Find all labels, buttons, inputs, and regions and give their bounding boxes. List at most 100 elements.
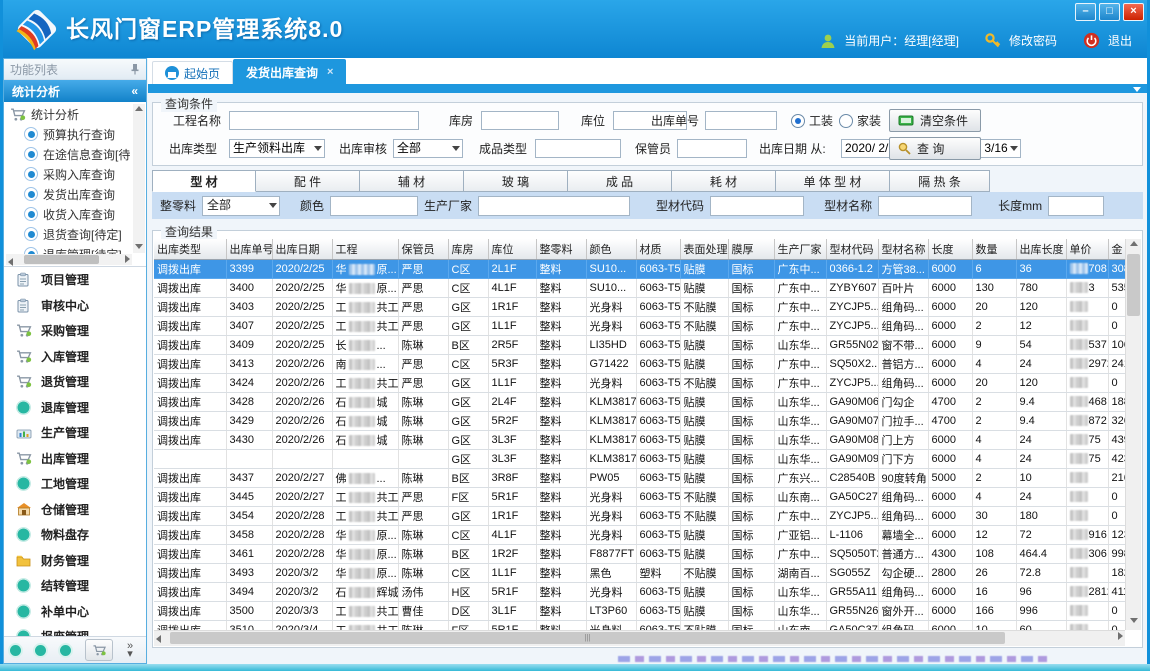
close-button[interactable]: × [1123,3,1144,21]
minimize-button[interactable]: – [1075,3,1096,21]
tree-item-收货入库查询[interactable]: 收货入库查询 [6,204,132,224]
sidebar-section-报废管理[interactable]: 报废管理 [4,624,146,636]
vertical-scroll-thumb[interactable] [1127,254,1140,316]
column-header-生产厂家[interactable]: 生产厂家 [774,239,826,260]
table-row[interactable]: 调拨出库34582020/2/28华原...陈琳C区4L1F整料光身料6063-… [154,526,1125,545]
tab-发货出库查询[interactable]: 发货出库查询× [233,59,346,84]
table-row[interactable]: 调拨出库35002020/3/3工共工程曹佳D区3L1F整料LT3P606063… [154,602,1125,621]
table-row[interactable]: 调拨出库34002020/2/25华原...严思C区4L1F整料SU10...6… [154,279,1125,298]
sidebar-section-退货管理[interactable]: 退货管理 [4,369,146,395]
column-header-出库长度[interactable]: 出库长度 [1016,239,1066,260]
collapse-icon[interactable]: « [131,84,138,98]
table-row[interactable]: G区3L3F整料KLM38176063-T5贴膜国标山东华...GA90M09.… [154,450,1125,469]
material-tab-成品[interactable]: 成 品 [568,170,672,192]
table-row[interactable]: 调拨出库34092020/2/25长...陈琳B区2R5F整料LI35HD606… [154,336,1125,355]
radio-jiazhuang[interactable]: 家装 [839,112,881,129]
column-header-库房[interactable]: 库房 [448,239,488,260]
column-header-型材名称[interactable]: 型材名称 [878,239,928,260]
column-header-数量[interactable]: 数量 [972,239,1016,260]
table-row[interactable]: 调拨出库34932020/3/2华原...陈琳C区1L1F整料黑色塑料不贴膜国标… [154,564,1125,583]
sidebar-section-财务管理[interactable]: 财务管理 [4,548,146,574]
stats-group-header[interactable]: 统计分析 « [4,80,146,102]
table-row[interactable]: 调拨出库34282020/2/26石城陈琳G区2L4F整料KLM38176063… [154,393,1125,412]
maker-input[interactable] [478,196,630,216]
footer-more-button[interactable]: »▾ [127,642,133,658]
column-header-金[interactable]: 金 [1108,239,1125,260]
material-tab-玻璃[interactable]: 玻 璃 [464,170,568,192]
color-input[interactable] [330,196,418,216]
out-type-combo[interactable]: 生产领料出库 [229,139,325,158]
material-tab-型材[interactable]: 型 材 [152,170,256,192]
column-header-整零料[interactable]: 整零料 [536,239,586,260]
sidebar-section-退库管理[interactable]: 退库管理 [4,395,146,421]
column-header-工程[interactable]: 工程 [332,239,398,260]
footer-dot-icon[interactable] [35,645,46,656]
clear-conditions-button[interactable]: 清空条件 [889,109,981,132]
tree-horizontal-scrollbar[interactable] [6,254,132,265]
table-row[interactable]: 调拨出库34242020/2/26工共工程严思G区1L1F整料光身料6063-T… [154,374,1125,393]
tab-overflow-arrow-icon[interactable] [1133,87,1141,96]
sidebar-section-物料盘存[interactable]: 物料盘存 [4,522,146,548]
table-row[interactable]: 调拨出库34072020/2/25工共工程严思G区1L1F整料光身料6063-T… [154,317,1125,336]
sidebar-section-工地管理[interactable]: 工地管理 [4,471,146,497]
table-row[interactable]: 调拨出库34452020/2/27工共工程严思F区5R1F整料光身料6063-T… [154,488,1125,507]
change-password-link[interactable]: 修改密码 [1009,32,1057,49]
table-row[interactable]: 调拨出库34302020/2/26石城陈琳G区3L3F整料KLM38176063… [154,431,1125,450]
whole-part-combo[interactable]: 全部 [202,196,280,216]
material-tab-隔热条[interactable]: 隔 热 条 [890,170,990,192]
tree-item-预算执行查询[interactable]: 预算执行查询 [6,124,132,144]
column-header-颜色[interactable]: 颜色 [586,239,636,260]
sidebar-section-生产管理[interactable]: 生产管理 [4,420,146,446]
material-tab-耗材[interactable]: 耗 材 [672,170,776,192]
tree-item-退库管理[待定][interactable]: 退库管理[待定] [6,244,132,254]
sidebar-section-项目管理[interactable]: 项目管理 [4,267,146,293]
profile-name-input[interactable] [878,196,972,216]
column-header-材质[interactable]: 材质 [636,239,680,260]
tree-item-采购入库查询[interactable]: 采购入库查询 [6,164,132,184]
product-type-input[interactable] [535,139,621,158]
material-tab-单体型材[interactable]: 单 体 型 材 [776,170,890,192]
table-row[interactable]: 调拨出库33992020/2/25华原...严思C区2L1F整料SU10...6… [154,260,1125,279]
column-header-库位[interactable]: 库位 [488,239,536,260]
vertical-scrollbar[interactable] [1125,239,1141,630]
column-header-出库单号[interactable]: 出库单号 [226,239,272,260]
material-tab-配件[interactable]: 配 件 [256,170,360,192]
table-row[interactable]: 调拨出库34372020/2/27佛...陈琳B区3R8F整料PW056063-… [154,469,1125,488]
sidebar-section-结转管理[interactable]: 结转管理 [4,573,146,599]
tree-item-发货出库查询[interactable]: 发货出库查询 [6,184,132,204]
table-row[interactable]: 调拨出库34542020/2/28工共工程严思G区1R1F整料光身料6063-T… [154,507,1125,526]
column-header-保管员[interactable]: 保管员 [398,239,448,260]
footer-dot-icon[interactable] [10,645,21,656]
keeper-input[interactable] [677,139,747,158]
sidebar-section-审核中心[interactable]: 审核中心 [4,293,146,319]
audit-combo[interactable]: 全部 [393,139,463,158]
tree-root-stats[interactable]: 统计分析 [6,104,132,124]
tab-close-icon[interactable]: × [327,66,333,78]
sidebar-section-入库管理[interactable]: 入库管理 [4,344,146,370]
table-row[interactable]: 调拨出库34942020/3/2石辉城汤伟H区5R1F整料光身料6063-T5贴… [154,583,1125,602]
warehouse-input[interactable] [481,111,559,130]
profile-code-input[interactable] [710,196,804,216]
sidebar-section-仓储管理[interactable]: 仓储管理 [4,497,146,523]
project-name-input[interactable] [229,111,419,130]
table-row[interactable]: 调拨出库35102020/3/4工共工程陈琳F区5R1F整料光身料6063-T5… [154,621,1125,631]
footer-dot-icon[interactable] [60,645,71,656]
table-row[interactable]: 调拨出库34612020/2/28华原...陈琳B区1R2F整料F8877FT6… [154,545,1125,564]
column-header-单价[interactable]: 单价 [1066,239,1108,260]
sidebar-section-采购管理[interactable]: 采购管理 [4,318,146,344]
horizontal-scroll-thumb[interactable]: ||| [170,632,1005,644]
radio-gongzhuang[interactable]: 工装 [791,112,833,129]
sidebar-section-补单中心[interactable]: 补单中心 [4,599,146,625]
table-row[interactable]: 调拨出库34132020/2/26南...严思C区5R3F整料G71422606… [154,355,1125,374]
column-header-型材代码[interactable]: 型材代码 [826,239,878,260]
material-tab-辅材[interactable]: 辅 材 [360,170,464,192]
table-row[interactable]: 调拨出库34032020/2/25工共工程严思G区1R1F整料光身料6063-T… [154,298,1125,317]
length-input[interactable] [1048,196,1104,216]
tree-vertical-scrollbar[interactable] [133,104,145,253]
logout-link[interactable]: 退出 [1108,32,1132,49]
table-row[interactable]: 调拨出库34292020/2/26石城陈琳G区5R2F整料KLM38176063… [154,412,1125,431]
tab-起始页[interactable]: 起始页 [152,61,233,84]
column-header-长度[interactable]: 长度 [928,239,972,260]
column-header-表面处理[interactable]: 表面处理 [680,239,728,260]
maximize-button[interactable]: □ [1099,3,1120,21]
